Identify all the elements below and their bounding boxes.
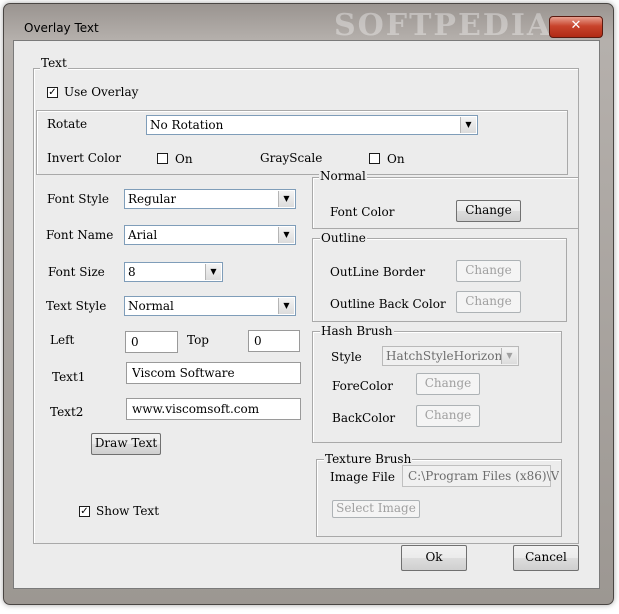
window-title: Overlay Text (24, 21, 99, 35)
font-name-label: Font Name (46, 228, 114, 242)
invert-color-label: Invert Color (47, 151, 121, 165)
font-size-value: 8 (128, 265, 136, 279)
font-color-change-button[interactable]: Change (456, 200, 521, 222)
normal-legend: Normal (319, 169, 367, 183)
text-style-label: Text Style (46, 299, 107, 313)
chevron-down-icon: ▼ (278, 227, 294, 243)
text1-value: Viscom Software (132, 366, 235, 380)
checkmark-icon: ✓ (80, 506, 89, 517)
font-name-select[interactable]: Arial ▼ (124, 225, 296, 245)
left-value: 0 (131, 335, 139, 349)
watermark: SOFTPEDIA (334, 8, 553, 43)
font-style-label: Font Style (47, 192, 110, 206)
text1-label: Text1 (52, 370, 86, 384)
font-size-label: Font Size (48, 265, 105, 279)
top-input[interactable]: 0 (248, 330, 300, 352)
chevron-down-icon: ▼ (205, 264, 221, 280)
normal-groupbox (312, 177, 579, 229)
font-name-value: Arial (128, 228, 158, 242)
back-color-change-button[interactable]: Change (416, 405, 480, 427)
text-group-legend: Text (40, 56, 68, 70)
grayscale-label: GrayScale (260, 151, 323, 165)
top-label: Top (187, 333, 209, 347)
cancel-button[interactable]: Cancel (513, 545, 579, 571)
chevron-down-icon: ▼ (460, 117, 476, 133)
back-color-label: BackColor (332, 411, 396, 425)
text-style-value: Normal (128, 299, 174, 313)
image-file-value: C:\Program Files (x86)\V (408, 469, 560, 483)
text2-input[interactable]: www.viscomsoft.com (126, 398, 301, 420)
invert-color-checkbox[interactable] (157, 153, 168, 164)
use-overlay-label: Use Overlay (64, 85, 139, 99)
checkmark-icon: ✓ (48, 87, 57, 98)
image-file-input[interactable]: C:\Program Files (x86)\V (402, 465, 559, 487)
text2-label: Text2 (50, 405, 84, 419)
select-image-button[interactable]: Select Image (332, 500, 420, 518)
invert-on-label: On (175, 152, 193, 166)
hash-style-select[interactable]: HatchStyleHorizonta ▼ (382, 346, 519, 366)
outline-legend: Outline (320, 231, 367, 245)
outline-back-color-label: Outline Back Color (330, 297, 446, 311)
text1-input[interactable]: Viscom Software (126, 362, 301, 384)
text-style-select[interactable]: Normal ▼ (124, 296, 296, 316)
font-style-select[interactable]: Regular ▼ (124, 189, 296, 209)
top-value: 0 (254, 334, 262, 348)
font-style-value: Regular (128, 192, 177, 206)
image-file-label: Image File (330, 470, 395, 484)
outline-border-change-button[interactable]: Change (456, 260, 521, 282)
rotate-value: No Rotation (150, 118, 224, 132)
ok-button[interactable]: Ok (401, 545, 467, 571)
texture-brush-legend: Texture Brush (324, 452, 413, 466)
left-label: Left (50, 333, 75, 347)
dialog-client: Text ✓ Use Overlay Rotate No Rotation ▼ … (13, 40, 600, 589)
show-text-label: Show Text (96, 504, 160, 518)
grayscale-checkbox[interactable] (369, 153, 380, 164)
fore-color-change-button[interactable]: Change (416, 373, 480, 395)
fore-color-label: ForeColor (332, 379, 393, 393)
show-text-checkbox[interactable]: ✓ (79, 506, 90, 517)
outline-back-color-change-button[interactable]: Change (456, 291, 521, 313)
chevron-down-icon: ▼ (278, 298, 294, 314)
rotate-label: Rotate (47, 117, 88, 131)
left-input[interactable]: 0 (125, 331, 178, 353)
chevron-down-icon: ▼ (278, 191, 294, 207)
hash-brush-legend: Hash Brush (320, 324, 394, 338)
text2-value: www.viscomsoft.com (132, 402, 260, 416)
close-icon: ✕ (570, 18, 582, 33)
draw-text-button[interactable]: Draw Text (91, 433, 161, 455)
hash-style-label: Style (331, 350, 362, 364)
close-button[interactable]: ✕ (549, 16, 603, 38)
font-color-label: Font Color (330, 205, 395, 219)
outline-border-label: OutLine Border (330, 265, 426, 279)
grayscale-on-label: On (387, 152, 405, 166)
chevron-down-icon: ▼ (501, 348, 517, 364)
hash-style-value: HatchStyleHorizonta (386, 349, 515, 363)
rotate-select[interactable]: No Rotation ▼ (146, 115, 478, 135)
use-overlay-checkbox[interactable]: ✓ (47, 87, 58, 98)
font-size-select[interactable]: 8 ▼ (124, 262, 223, 282)
